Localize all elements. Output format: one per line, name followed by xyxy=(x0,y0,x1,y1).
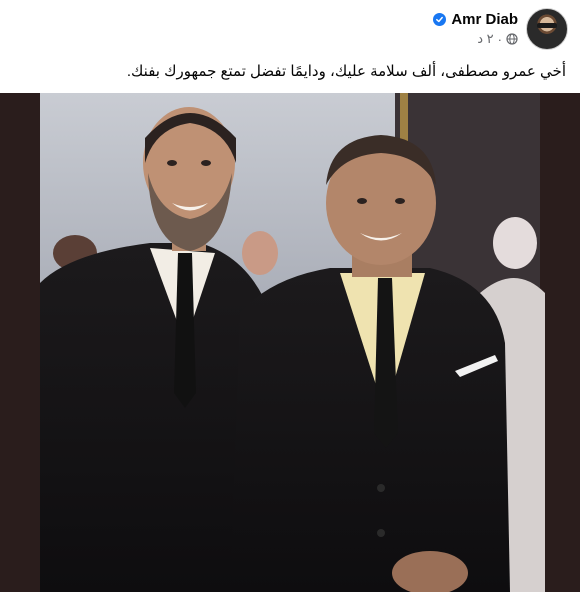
verified-badge-icon xyxy=(433,13,447,26)
meta-separator: · xyxy=(497,31,502,47)
post-photo[interactable] xyxy=(0,93,580,592)
author-avatar[interactable] xyxy=(526,8,568,50)
author-name-row: Amr Diab xyxy=(433,11,518,28)
photo-illustration xyxy=(0,93,580,592)
facebook-post: Amr Diab ٢ د · أخي عمرو مصطفى، ألف سلامة… xyxy=(0,0,580,592)
post-header: Amr Diab ٢ د · xyxy=(433,8,568,50)
author-block: Amr Diab ٢ د · xyxy=(433,11,518,47)
post-meta: ٢ د · xyxy=(477,31,518,47)
author-name[interactable]: Amr Diab xyxy=(451,11,518,28)
globe-icon[interactable] xyxy=(506,33,518,45)
post-caption: أخي عمرو مصطفى، ألف سلامة عليك، ودايمًا … xyxy=(126,63,566,80)
post-time[interactable]: ٢ د xyxy=(477,31,493,47)
